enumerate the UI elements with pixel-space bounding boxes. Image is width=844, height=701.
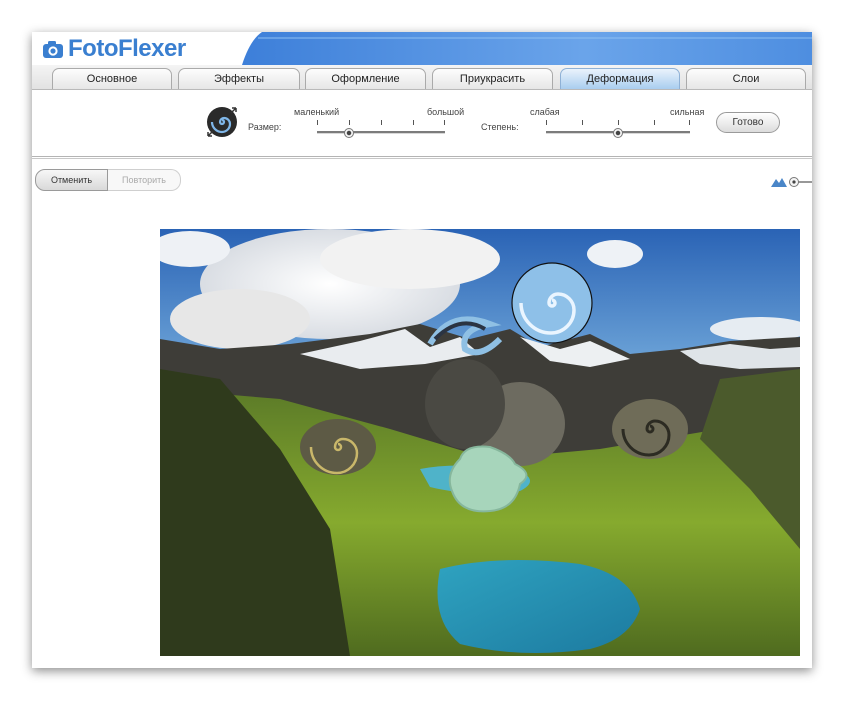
landscape-photo (160, 229, 800, 656)
fotoflexer-window: FotoFlexer Основное Эффекты Оформление П… (32, 32, 812, 668)
tab-decorate[interactable]: Оформление (305, 68, 426, 89)
image-canvas[interactable] (160, 229, 800, 656)
undo-button[interactable]: Отменить (35, 169, 108, 191)
strength-ticks (546, 120, 690, 126)
size-max-label: большой (427, 107, 465, 117)
strength-slider-knob[interactable] (613, 128, 623, 138)
tab-distort[interactable]: Деформация (560, 68, 680, 89)
strength-min-label: слабая (530, 107, 560, 117)
distort-toolbar: Размер: маленький большой Степень: слаба… (32, 90, 812, 157)
camera-icon (43, 41, 63, 58)
redo-button[interactable]: Повторить (108, 169, 181, 191)
done-button[interactable]: Готово (716, 112, 780, 133)
size-ticks (317, 120, 445, 126)
strength-max-label: сильная (670, 107, 705, 117)
app-logo: FotoFlexer (42, 35, 186, 63)
mountain-zoom-icon (771, 178, 787, 187)
tab-basic[interactable]: Основное (52, 68, 172, 89)
size-label: Размер: (248, 122, 282, 132)
toolbar-divider (32, 158, 812, 159)
history-controls: Отменить Повторить (35, 169, 181, 191)
app-header: FotoFlexer (32, 32, 812, 65)
size-slider-track[interactable] (317, 131, 445, 134)
tab-layers[interactable]: Слои (686, 68, 806, 89)
swirl-tool-icon[interactable] (204, 104, 240, 140)
tab-beautify[interactable]: Приукрасить (432, 68, 553, 89)
tab-effects[interactable]: Эффекты (178, 68, 300, 89)
tab-bar: Основное Эффекты Оформление Приукрасить … (32, 65, 812, 90)
zoom-control[interactable] (770, 174, 812, 188)
strength-label: Степень: (481, 122, 519, 132)
size-slider-knob[interactable] (344, 128, 354, 138)
app-title: FotoFlexer (68, 35, 186, 62)
size-min-label: маленький (294, 107, 340, 117)
